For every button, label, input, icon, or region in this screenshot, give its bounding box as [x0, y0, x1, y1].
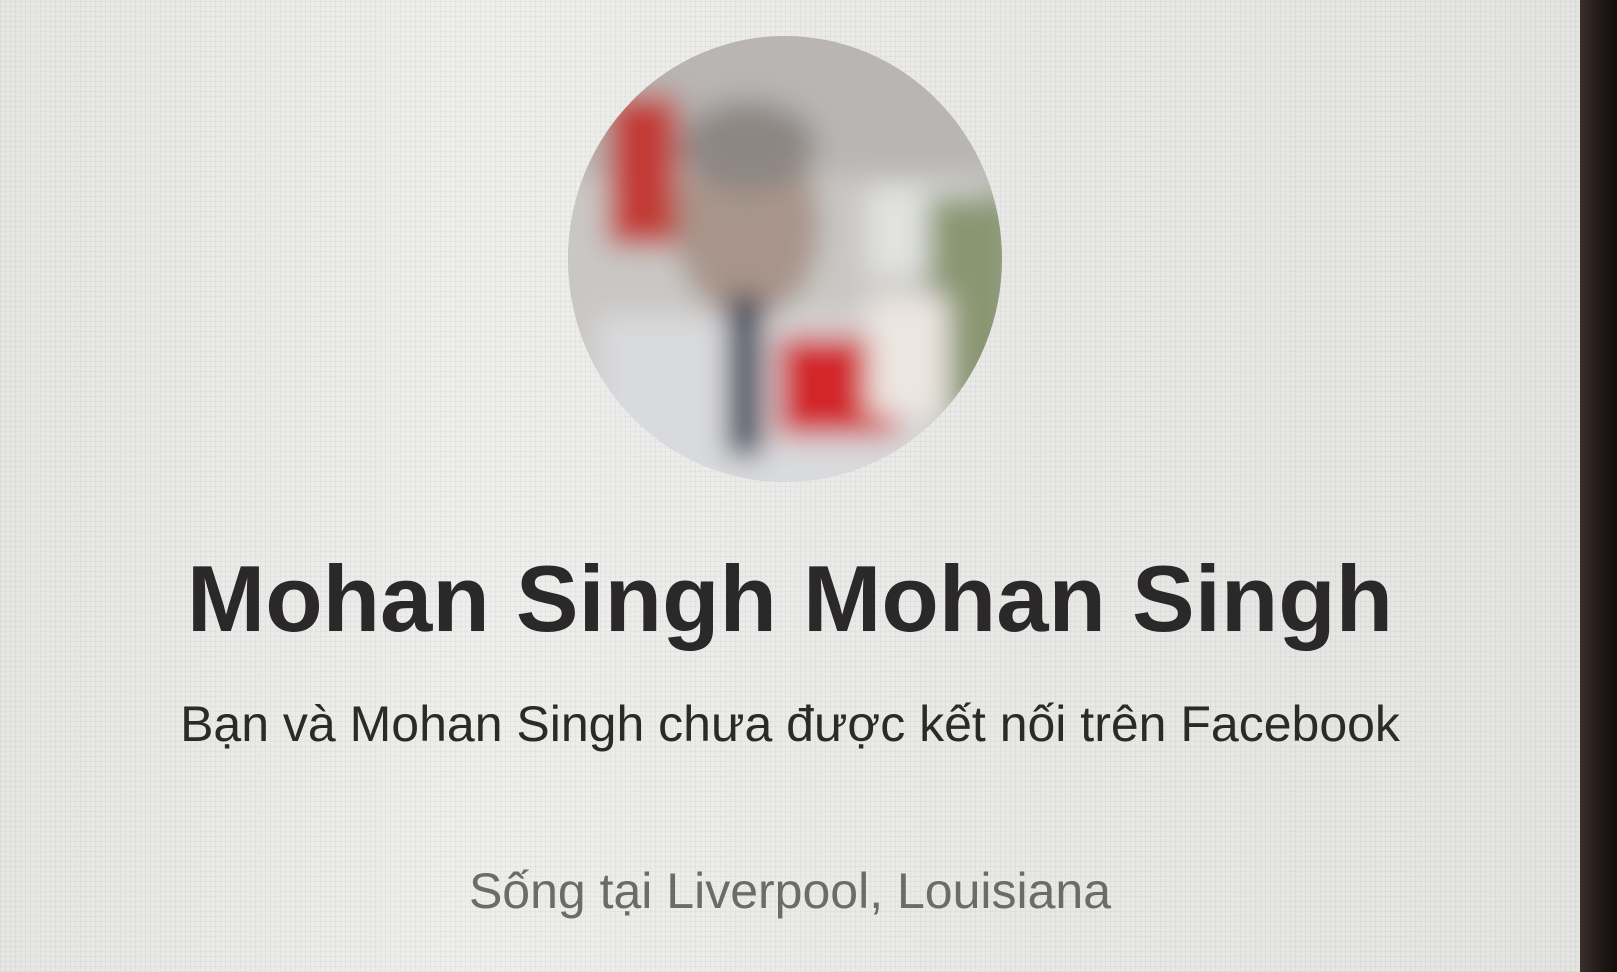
- profile-name: Mohan Singh Mohan Singh: [186, 546, 1394, 651]
- device-bezel: [1580, 0, 1617, 972]
- connection-status: Bạn và Mohan Singh chưa được kết nối trê…: [180, 696, 1400, 752]
- avatar-image: [568, 36, 1002, 482]
- location-info: Sống tại Liverpool, Louisiana: [468, 863, 1112, 919]
- profile-screen: Mohan Singh Mohan Singh Bạn và Mohan Sin…: [0, 0, 1580, 972]
- profile-avatar[interactable]: [568, 36, 1002, 482]
